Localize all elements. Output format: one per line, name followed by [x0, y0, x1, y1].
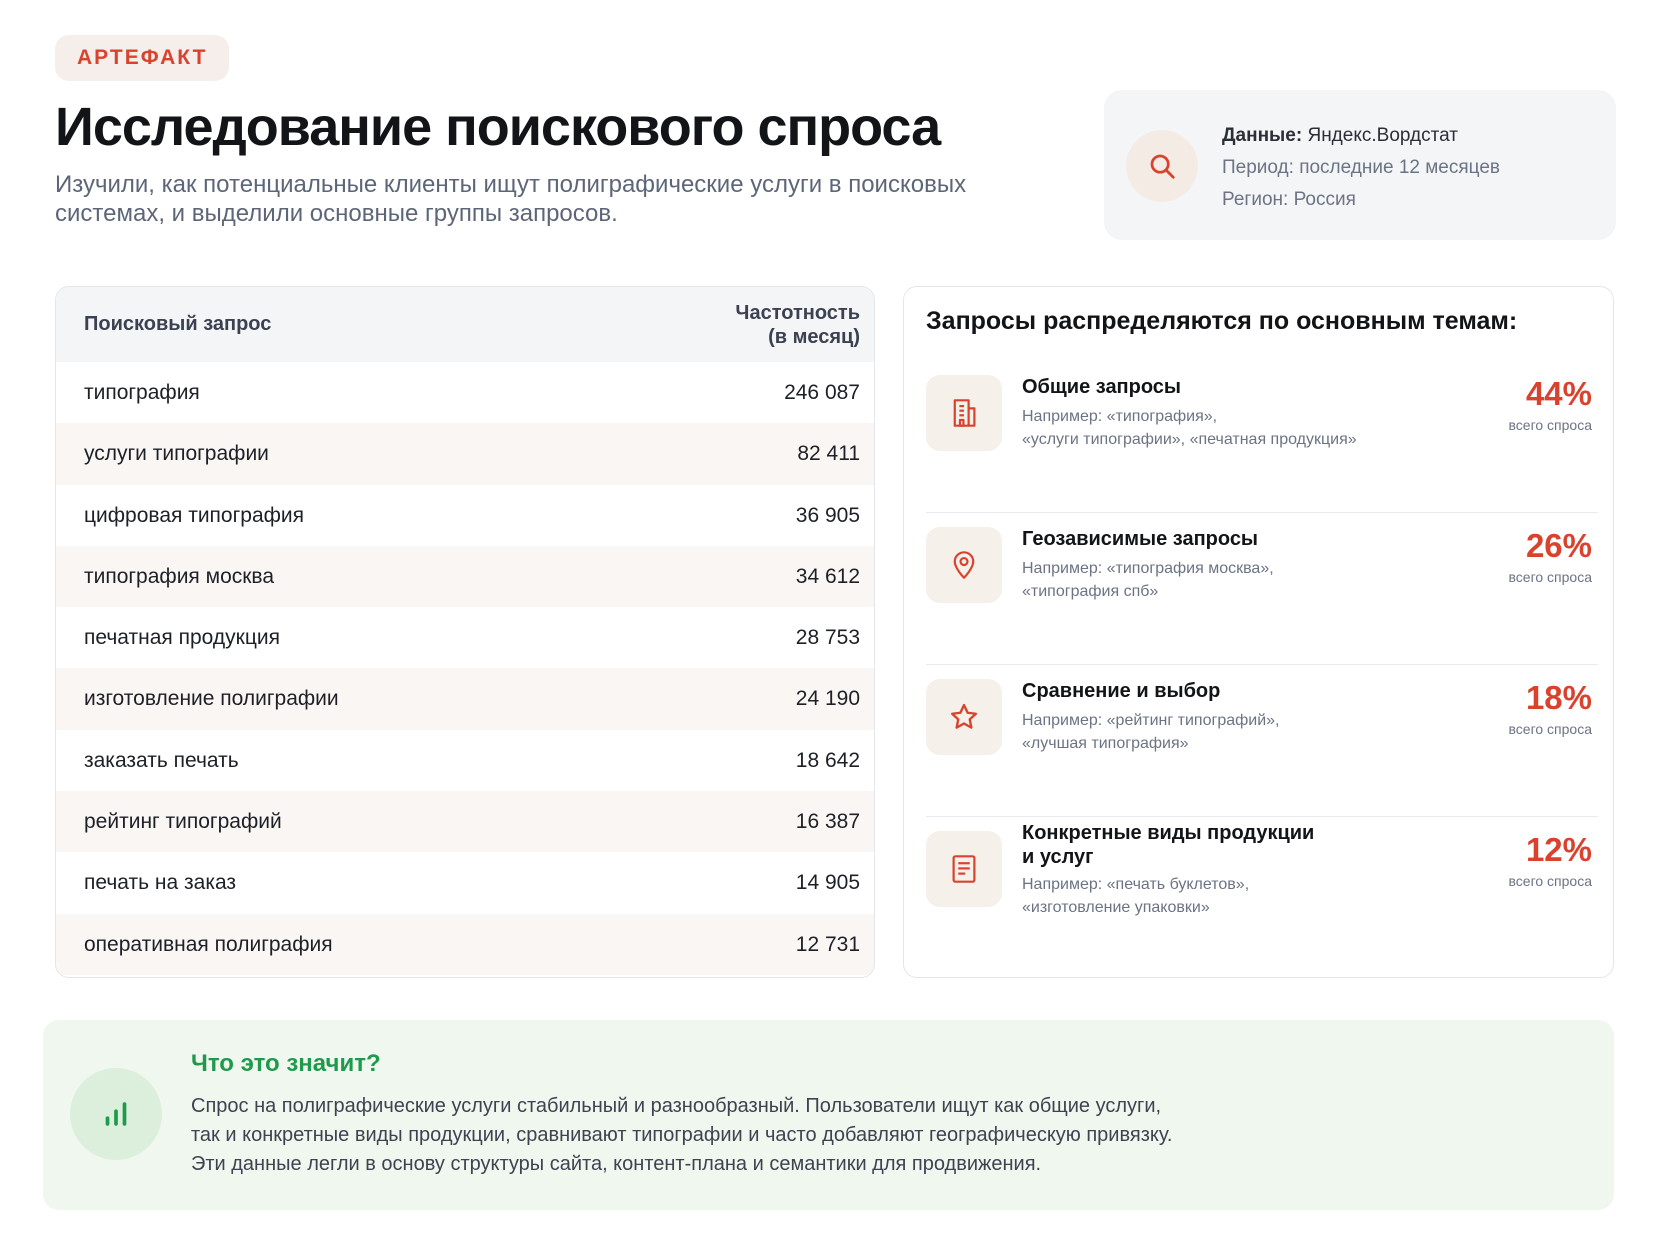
- artifact-badge: АРТЕФАКТ: [55, 35, 230, 81]
- period-line: Период: последние 12 месяцев: [1222, 157, 1500, 178]
- search-icon: [1126, 130, 1198, 202]
- theme-item-comparison: Сравнение и выбор Например: «рейтинг тип…: [926, 665, 1598, 817]
- table-header: Поисковый запрос Частотность (в месяц): [56, 287, 874, 362]
- query-cell: оперативная полиграфия: [84, 932, 333, 956]
- theme-example: Например: «типография москва», «типограф…: [1022, 557, 1422, 603]
- theme-percent-label: всего спроса: [1508, 569, 1592, 585]
- theme-example-line: Например: «типография москва»,: [1022, 560, 1274, 577]
- table-row: изготовление полиграфии 24 190: [56, 668, 874, 730]
- theme-example-line: «лучшая типография»: [1022, 735, 1189, 752]
- data-source-line: Данные: Яндекс.Вордстат: [1222, 120, 1500, 152]
- query-cell: типография: [84, 381, 200, 404]
- theme-example-line: «изготовление упаковки»: [1022, 899, 1210, 916]
- theme-item-general: Общие запросы Например: «типография», «у…: [926, 361, 1598, 513]
- theme-percent-label: всего спроса: [1508, 873, 1592, 889]
- table-row: типография 246 087: [56, 362, 874, 423]
- theme-percent: 12%: [1525, 831, 1592, 868]
- theme-example-line: Например: «печать буклетов»,: [1022, 876, 1250, 893]
- frequency-cell: 82 411: [797, 442, 860, 466]
- theme-percent: 44%: [1525, 375, 1592, 412]
- frequency-cell: 18 642: [795, 748, 860, 772]
- summary-text: Спрос на полиграфические услуги стабильн…: [191, 1092, 1291, 1179]
- query-cell: печать на заказ: [84, 871, 237, 895]
- query-cell: изготовление полиграфии: [84, 687, 339, 711]
- table-row: заказать печать 18 642: [56, 730, 874, 791]
- themes-title: Запросы распределяются по основным темам…: [926, 307, 1518, 335]
- star-icon: [926, 679, 1002, 755]
- themes-card: Запросы распределяются по основным темам…: [903, 286, 1614, 978]
- summary-panel: Что это значит? Спрос на полиграфические…: [43, 1020, 1614, 1210]
- frequency-cell: 28 753: [795, 626, 860, 650]
- theme-example-line: Например: «типография»,: [1022, 408, 1218, 425]
- frequency-header-unit: (в месяц): [768, 326, 860, 348]
- query-cell: услуги типографии: [84, 442, 269, 466]
- column-header-frequency: Частотность (в месяц): [735, 301, 860, 349]
- theme-item-products: Конкретные виды продукции и услуг Наприм…: [926, 817, 1598, 969]
- table-row: печатная продукция 28 753: [56, 607, 874, 668]
- theme-example-line: «услуги типографии», «печатная продукция…: [1022, 431, 1357, 448]
- bar-chart-icon: [70, 1068, 162, 1160]
- frequency-cell: 14 905: [795, 871, 860, 895]
- page-subtitle: Изучили, как потенциальные клиенты ищут …: [55, 171, 967, 227]
- frequency-cell: 34 612: [795, 564, 860, 588]
- frequency-header-line: Частотность: [735, 302, 860, 324]
- table-row: услуги типографии 82 411: [56, 423, 874, 485]
- theme-example: Например: «печать буклетов», «изготовлен…: [1022, 873, 1422, 919]
- summary-line: так и конкретные виды продукции, сравнив…: [191, 1124, 1173, 1146]
- data-label: Данные:: [1222, 125, 1303, 146]
- table-row: рейтинг типографий 16 387: [56, 791, 874, 853]
- data-value: Яндекс.Вордстат: [1307, 125, 1458, 146]
- theme-percent: 26%: [1525, 527, 1592, 564]
- query-cell: цифровая типография: [84, 503, 304, 527]
- theme-item-geo: Геозависимые запросы Например: «типограф…: [926, 513, 1598, 665]
- frequency-cell: 24 190: [795, 687, 860, 711]
- frequency-cell: 16 387: [795, 810, 860, 834]
- theme-name: Геозависимые запросы: [1022, 528, 1259, 550]
- frequency-cell: 246 087: [784, 381, 860, 404]
- summary-title: Что это значит?: [191, 1050, 381, 1077]
- queries-table: Поисковый запрос Частотность (в месяц) т…: [55, 286, 875, 978]
- frequency-cell: 12 731: [795, 932, 860, 956]
- theme-percent: 18%: [1525, 679, 1592, 716]
- theme-name: Конкретные виды продукции и услуг: [1022, 821, 1362, 869]
- summary-line: Эти данные легли в основу структуры сайт…: [191, 1153, 1042, 1175]
- column-header-query: Поисковый запрос: [84, 313, 272, 335]
- theme-name-line: и услуг: [1022, 846, 1094, 868]
- theme-name-line: Конкретные виды продукции: [1022, 822, 1315, 844]
- table-row: типография москва 34 612: [56, 545, 874, 608]
- building-icon: [926, 375, 1002, 451]
- table-row: цифровая типография 36 905: [56, 485, 874, 546]
- theme-name: Общие запросы: [1022, 376, 1182, 398]
- query-cell: типография москва: [84, 564, 275, 588]
- theme-example-line: Например: «рейтинг типографий»,: [1022, 712, 1280, 729]
- frequency-cell: 36 905: [795, 503, 860, 527]
- document-icon: [926, 831, 1002, 907]
- query-cell: заказать печать: [84, 748, 239, 772]
- theme-percent-label: всего спроса: [1508, 721, 1592, 737]
- theme-example: Например: «рейтинг типографий», «лучшая …: [1022, 709, 1422, 755]
- page-title: Исследование поискового спроса: [55, 97, 941, 157]
- map-pin-icon: [926, 527, 1002, 603]
- table-row: печать на заказ 14 905: [56, 852, 874, 913]
- summary-line: Спрос на полиграфические услуги стабильн…: [191, 1095, 1162, 1117]
- data-source-card: Данные: Яндекс.Вордстат Период: последни…: [1104, 90, 1616, 240]
- theme-name: Сравнение и выбор: [1022, 680, 1221, 702]
- data-source-details: Данные: Яндекс.Вордстат Период: последни…: [1222, 120, 1500, 216]
- query-cell: рейтинг типографий: [84, 810, 282, 834]
- theme-percent-label: всего спроса: [1508, 417, 1592, 433]
- theme-example: Например: «типография», «услуги типограф…: [1022, 405, 1422, 451]
- table-row: оперативная полиграфия 12 731: [56, 913, 874, 975]
- region-line: Регион: Россия: [1222, 189, 1356, 210]
- theme-example-line: «типография спб»: [1022, 583, 1159, 600]
- query-cell: печатная продукция: [84, 626, 280, 650]
